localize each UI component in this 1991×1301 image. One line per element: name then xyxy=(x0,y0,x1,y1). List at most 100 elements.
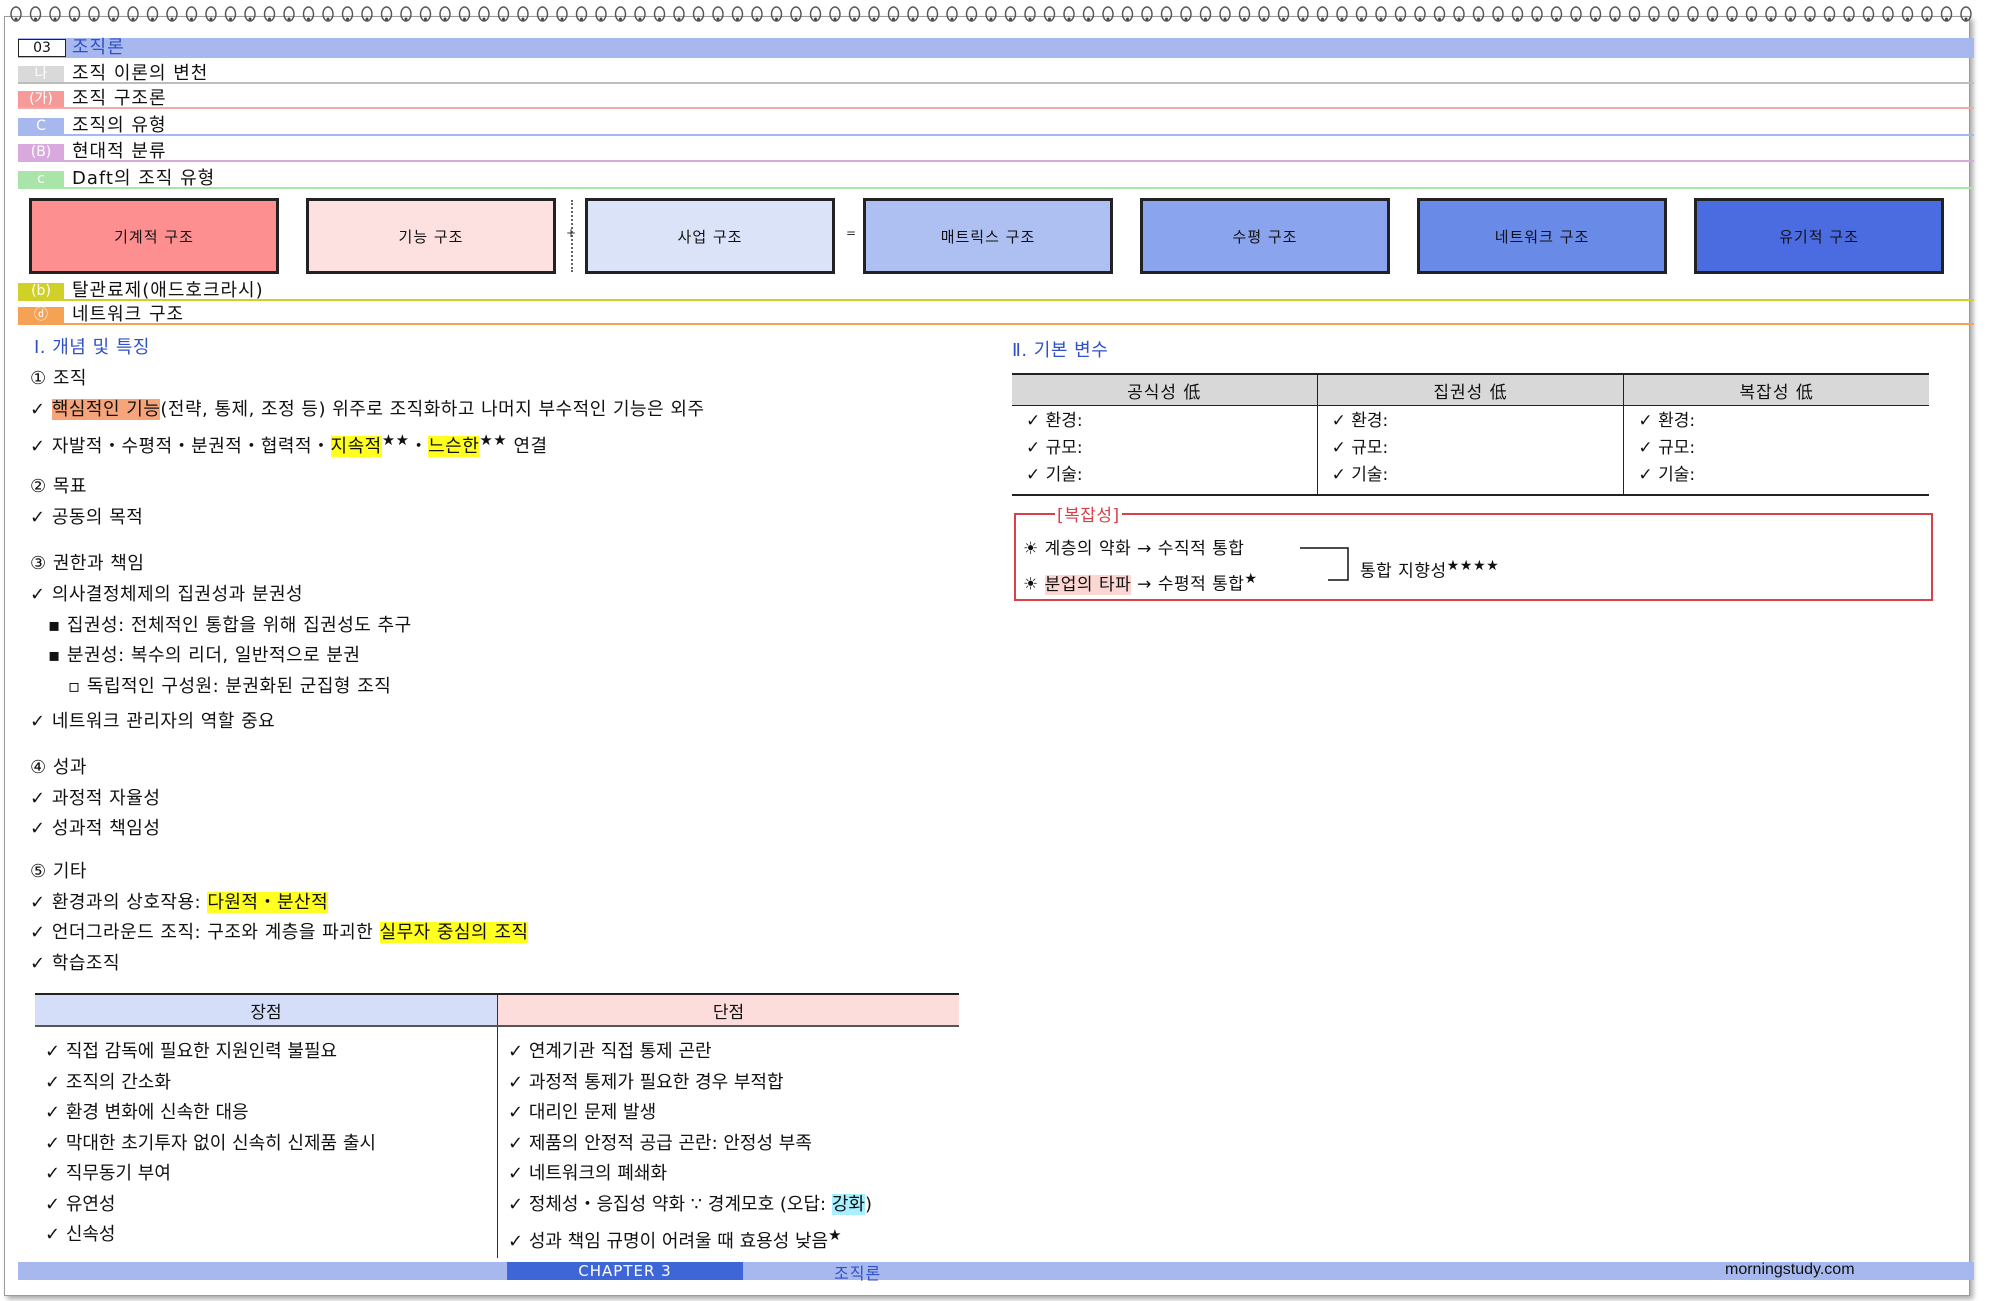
spiral-hole xyxy=(560,17,564,21)
spiral-hole xyxy=(736,17,739,21)
cons-item: ✓ 정체성・응집성 약화 ∵ 경계모호 (오답: 강화) xyxy=(508,1193,872,1215)
spiral-hole xyxy=(34,17,37,21)
spiral-hole xyxy=(463,17,466,21)
spiral-hole xyxy=(131,17,135,21)
header-number: ⓓ xyxy=(18,307,64,323)
header-theory-history: 나 조직 이론의 변천 xyxy=(18,64,1974,84)
structure-box-mechanical: 기계적 구조 xyxy=(29,198,279,274)
spiral-hole xyxy=(170,17,174,21)
structure-box-network: 네트워크 구조 xyxy=(1417,198,1667,274)
spiral-hole xyxy=(541,17,544,21)
spiral-hole xyxy=(365,17,369,21)
spiral-hole xyxy=(1613,17,1617,21)
spiral-hole xyxy=(521,17,525,21)
spiral-hole xyxy=(268,17,271,21)
header-number: (B) xyxy=(18,144,64,160)
cell-centralization: ✓ 환경: ✓ 규모: ✓ 기술: xyxy=(1316,405,1625,496)
subsection-performance: ④ 성과 xyxy=(30,757,87,778)
spiral-hole xyxy=(307,17,310,21)
bullet-result-accountability: ✓ 성과적 책임성 xyxy=(30,818,161,839)
spiral-hole xyxy=(638,17,642,21)
spiral-hole xyxy=(1048,17,1051,21)
header-daft-types: c Daft의 조직 유형 xyxy=(18,169,1974,189)
cell-formalization: ✓ 환경: ✓ 규모: ✓ 기술: xyxy=(1012,405,1318,496)
spiral-hole xyxy=(1633,17,1636,21)
header-title: 현대적 분류 xyxy=(72,141,167,162)
spiral-hole xyxy=(1808,17,1812,21)
spiral-hole xyxy=(1652,17,1656,21)
spiral-hole xyxy=(833,17,837,21)
spiral-hole xyxy=(931,17,934,21)
spiral-hole xyxy=(1223,17,1227,21)
structure-box-organic: 유기적 구조 xyxy=(1694,198,1944,274)
header-structure-theory: (가) 조직 구조론 xyxy=(18,89,1974,109)
spiral-hole xyxy=(1321,17,1324,21)
section-title-variables: Ⅱ. 기본 변수 xyxy=(1012,340,1109,361)
header-org-types: C 조직의 유형 xyxy=(18,116,1974,136)
spiral-hole xyxy=(326,17,330,21)
structure-box-horizontal: 수평 구조 xyxy=(1140,198,1390,274)
subsection-authority: ③ 권한과 책임 xyxy=(30,553,145,574)
spiral-hole xyxy=(1535,17,1539,21)
spiral-hole xyxy=(1789,17,1792,21)
spiral-hole xyxy=(1204,17,1207,21)
spiral-hole xyxy=(1847,17,1851,21)
spiral-hole xyxy=(1087,17,1090,21)
spiral-hole xyxy=(1906,17,1909,21)
spiral-hole xyxy=(1028,17,1032,21)
spiral-hole xyxy=(443,17,447,21)
plus-operator: + xyxy=(566,226,577,240)
spiral-hole xyxy=(385,17,388,21)
pros-item: ✓ 조직의 간소화 xyxy=(45,1071,171,1093)
spiral-hole xyxy=(1262,17,1266,21)
spiral-hole xyxy=(911,17,915,21)
complexity-label: [복잡성] xyxy=(1055,505,1122,527)
cons-item: ✓ 성과 책임 규명이 어려울 때 효용성 낮음★ xyxy=(508,1226,842,1252)
footer-site: morningstudy.com xyxy=(1725,1261,1855,1278)
subsection-goal: ② 목표 xyxy=(30,476,87,497)
structure-box-functional: 기능 구조 xyxy=(306,198,556,274)
structure-box-divisional: 사업 구조 xyxy=(585,198,835,274)
spiral-hole xyxy=(1379,17,1383,21)
spiral-hole xyxy=(989,17,993,21)
spiral-hole xyxy=(872,17,876,21)
integration-orientation: 통합 지향성★★★★ xyxy=(1360,558,1500,582)
bullet-underground-org: ✓ 언더그라운드 조직: 구조와 계층을 파괴한 실무자 중심의 조직 xyxy=(30,922,529,943)
cons-list: ✓ 연계기관 직접 통제 곤란 ✓ 과정적 통제가 필요한 경우 부적합 ✓ 대… xyxy=(497,1026,959,1258)
spiral-hole xyxy=(53,17,57,21)
spiral-hole xyxy=(1360,17,1363,21)
spiral-hole xyxy=(970,17,973,21)
col-centralization: 집권성 低 xyxy=(1316,373,1625,406)
spiral-hole xyxy=(1691,17,1695,21)
header-number: C xyxy=(18,118,64,134)
pros-list: ✓ 직접 감독에 필요한 지원인력 불필요 ✓ 조직의 간소화 ✓ 환경 변화에… xyxy=(35,1026,498,1258)
bullet-connection-traits: ✓ 자발적・수평적・분권적・협력적・지속적★★・느슨한★★ 연결 xyxy=(30,431,548,457)
spiral-hole xyxy=(1730,17,1734,21)
pros-cons-table: 장점 단점 ✓ 직접 감독에 필요한 지원인력 불필요 ✓ 조직의 간소화 ✓ … xyxy=(35,993,959,1258)
spiral-hole xyxy=(482,17,486,21)
spiral-hole xyxy=(1438,17,1441,21)
spiral-hole xyxy=(404,17,408,21)
variables-table: 공식성 低 집권성 低 복잡성 低 ✓ 환경: ✓ 규모: ✓ 기술: ✓ 환경… xyxy=(1012,373,1929,496)
spiral-hole xyxy=(1282,17,1285,21)
cell-complexity: ✓ 환경: ✓ 규모: ✓ 기술: xyxy=(1623,405,1929,496)
spiral-hole xyxy=(209,17,213,21)
complexity-line-division: ☀ 분업의 타파 → 수평적 통합★ xyxy=(1023,571,1258,595)
spiral-hole xyxy=(1301,17,1305,21)
spiral-hole xyxy=(580,17,583,21)
spiral-hole xyxy=(1418,17,1422,21)
cons-item: ✓ 대리인 문제 발생 xyxy=(508,1102,657,1123)
complexity-bracket xyxy=(1300,547,1349,581)
footer-bar xyxy=(18,1262,1974,1280)
header-number: (가) xyxy=(18,91,64,107)
structure-box-matrix: 매트릭스 구조 xyxy=(863,198,1113,274)
pros-item: ✓ 환경 변화에 신속한 대응 xyxy=(45,1102,249,1123)
spiral-hole xyxy=(1145,17,1149,21)
equals-operator: = xyxy=(846,226,857,240)
spiral-hole xyxy=(1067,17,1071,21)
header-network-structure: ⓓ 네트워크 구조 xyxy=(18,305,1974,325)
cons-item: ✓ 제품의 안정적 공급 곤란: 안정성 부족 xyxy=(508,1132,812,1154)
spiral-hole xyxy=(1457,17,1461,21)
spiral-hole xyxy=(1886,17,1890,21)
spiral-hole xyxy=(424,17,427,21)
